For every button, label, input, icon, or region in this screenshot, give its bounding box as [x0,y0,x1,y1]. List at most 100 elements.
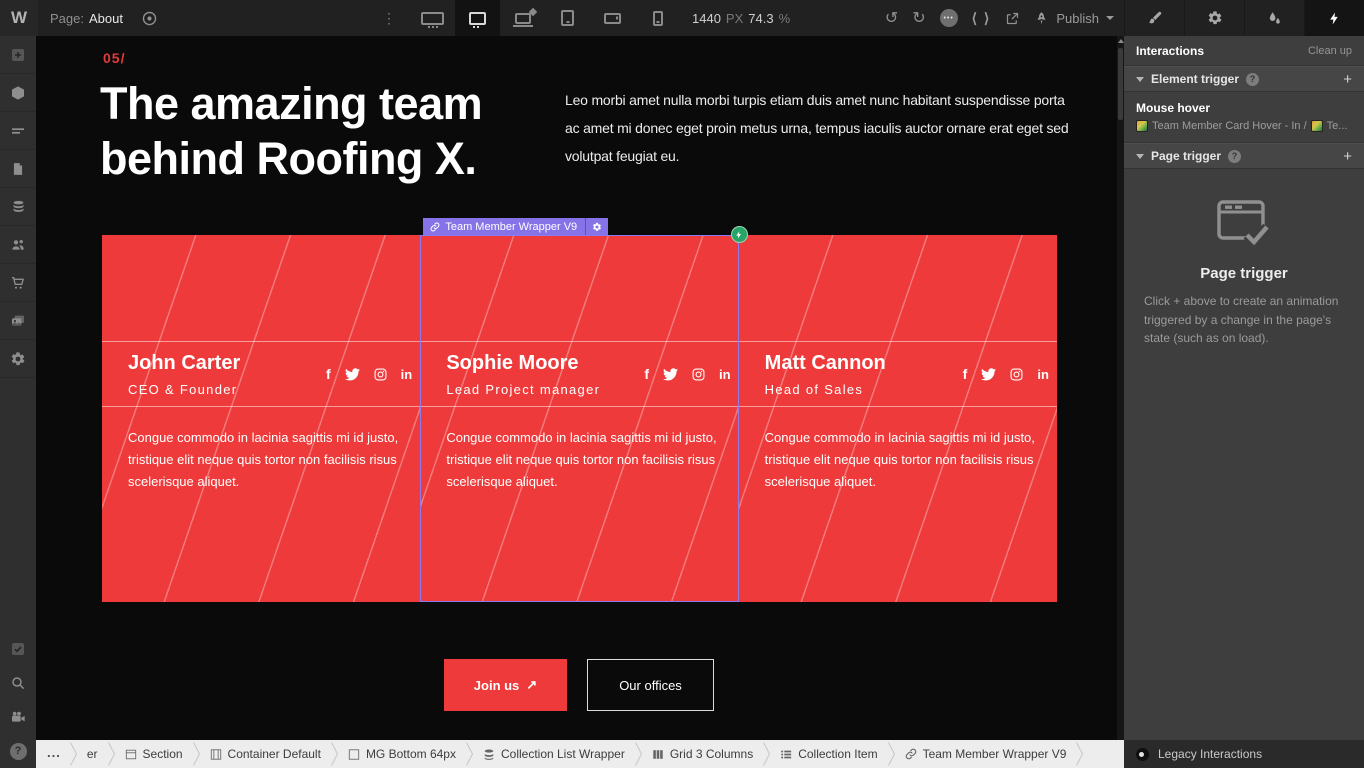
linkedin-icon[interactable]: in [1037,367,1049,382]
instagram-icon[interactable] [374,368,387,381]
tab-style[interactable] [1124,0,1184,36]
video-tutorials-button[interactable] [0,700,36,734]
chevron-separator-icon [762,741,771,767]
toolbar-overflow-icon[interactable] [376,10,410,27]
page-selector[interactable]: Page: About [38,11,135,26]
team-grid: John Carter CEO & Founder f in Congue co… [102,235,1057,602]
member-role[interactable]: CEO & Founder [128,382,300,397]
assets-button[interactable] [0,302,36,340]
breadcrumb-item-container[interactable]: Container Default [201,747,330,761]
animation-name-truncated: Te... [1327,120,1348,132]
facebook-icon[interactable]: f [963,366,968,382]
member-role[interactable]: Head of Sales [765,382,937,397]
canvas-scrollbar[interactable] [1117,36,1124,740]
pages-button[interactable] [0,150,36,188]
clean-up-button[interactable]: Clean up [1308,45,1352,57]
element-trigger-header[interactable]: Element trigger [1124,66,1364,92]
lightning-icon [735,230,743,240]
tab-settings[interactable] [1184,0,1244,36]
preview-icon[interactable] [135,10,164,27]
our-offices-button[interactable]: Our offices [587,659,714,711]
help-icon[interactable] [1228,150,1241,163]
search-icon [10,675,26,691]
help-button[interactable] [0,734,36,768]
facebook-icon[interactable]: f [326,366,331,382]
breadcrumb-item-collection-item[interactable]: Collection Item [771,747,886,761]
member-name[interactable]: John Carter [128,352,300,375]
breadcrumb-overflow-button[interactable]: ... [36,745,69,763]
instagram-icon[interactable] [1010,368,1023,381]
page-window-check-icon [1216,199,1272,249]
tab-style-manager[interactable] [1244,0,1304,36]
selected-element-label[interactable]: Team Member Wrapper V9 [423,218,608,235]
breadcrumb-item-partial[interactable]: er [78,747,107,761]
linkedin-icon[interactable]: in [719,367,731,382]
twitter-icon[interactable] [981,368,996,381]
navigator-button[interactable] [0,112,36,150]
scrollbar-thumb[interactable] [1118,48,1123,120]
chevron-separator-icon [192,741,201,767]
legacy-toggle[interactable] [1136,748,1149,761]
section-kicker[interactable]: 05/ [103,50,125,66]
element-settings-button[interactable] [585,218,608,235]
breakpoint-desktop[interactable] [455,0,500,36]
users-button[interactable] [0,226,36,264]
breadcrumb-item-team-member-wrapper[interactable]: Team Member Wrapper V9 [896,747,1076,761]
export-code-icon[interactable] [972,10,992,27]
more-options-icon[interactable] [940,9,958,27]
div-block-icon [348,748,360,761]
breadcrumb-item-section[interactable]: Section [116,747,192,761]
member-bio[interactable]: Congue commodo in lacinia sagittis mi id… [128,427,408,493]
breakpoint-laptop-star[interactable] [500,0,545,36]
member-role[interactable]: Lead Project manager [446,382,618,397]
share-icon[interactable] [1005,11,1020,26]
zoom-value[interactable]: 74.3 [748,11,773,26]
member-name[interactable]: Sophie Moore [446,352,618,375]
member-bio[interactable]: Congue commodo in lacinia sagittis mi id… [765,427,1045,493]
section-heading[interactable]: The amazing team behind Roofing X. [100,76,552,186]
mouse-hover-trigger[interactable]: Mouse hover Team Member Card Hover - In … [1124,92,1364,143]
section-intro-paragraph[interactable]: Leo morbi amet nulla morbi turpis etiam … [565,86,1077,170]
join-us-button[interactable]: Join us ↗ [444,659,567,711]
page-trigger-header[interactable]: Page trigger [1124,143,1364,169]
interaction-trigger-badge[interactable] [731,226,748,243]
instagram-icon[interactable] [692,368,705,381]
breakpoint-tablet[interactable] [545,0,590,36]
search-button[interactable] [0,666,36,700]
scroll-up-arrow-icon[interactable] [1117,36,1124,46]
publish-button[interactable]: Publish [1034,11,1114,26]
ecommerce-button[interactable] [0,264,36,302]
add-elements-button[interactable] [0,36,36,74]
breakpoint-phone[interactable] [635,0,680,36]
breadcrumb-item-div-block[interactable]: MG Bottom 64px [339,747,465,761]
settings-button[interactable] [0,340,36,378]
join-us-label: Join us [474,678,520,693]
breadcrumb-item-collection-list[interactable]: Collection List Wrapper [474,747,634,761]
linkedin-icon[interactable]: in [401,367,413,382]
redo-icon[interactable] [912,8,925,28]
audit-button[interactable] [0,632,36,666]
breakpoint-desktop-large[interactable] [410,0,455,36]
add-page-trigger-button[interactable] [1343,148,1352,165]
breakpoint-landscape[interactable] [590,0,635,36]
member-name[interactable]: Matt Cannon [765,352,937,375]
undo-icon[interactable] [885,8,898,28]
team-card[interactable]: Matt Cannon Head of Sales f in Congue co… [739,235,1057,602]
twitter-icon[interactable] [663,368,678,381]
team-card[interactable]: John Carter CEO & Founder f in Congue co… [102,235,420,602]
breadcrumb-item-grid[interactable]: Grid 3 Columns [643,747,762,761]
element-trigger-label: Element trigger [1151,72,1239,86]
symbols-button[interactable] [0,74,36,112]
webflow-logo[interactable]: W [0,0,38,36]
chevron-separator-icon [69,741,78,767]
designer-canvas[interactable]: 05/ The amazing team behind Roofing X. L… [36,36,1117,740]
chevron-separator-icon [465,741,474,767]
twitter-icon[interactable] [345,368,360,381]
tab-interactions[interactable] [1304,0,1364,36]
help-icon[interactable] [1246,73,1259,86]
cms-button[interactable] [0,188,36,226]
add-element-trigger-button[interactable] [1343,71,1352,88]
facebook-icon[interactable]: f [644,366,649,382]
member-bio[interactable]: Congue commodo in lacinia sagittis mi id… [446,427,726,493]
team-card-selected[interactable]: Team Member Wrapper V9 Sophie Moore Lead… [420,235,738,602]
